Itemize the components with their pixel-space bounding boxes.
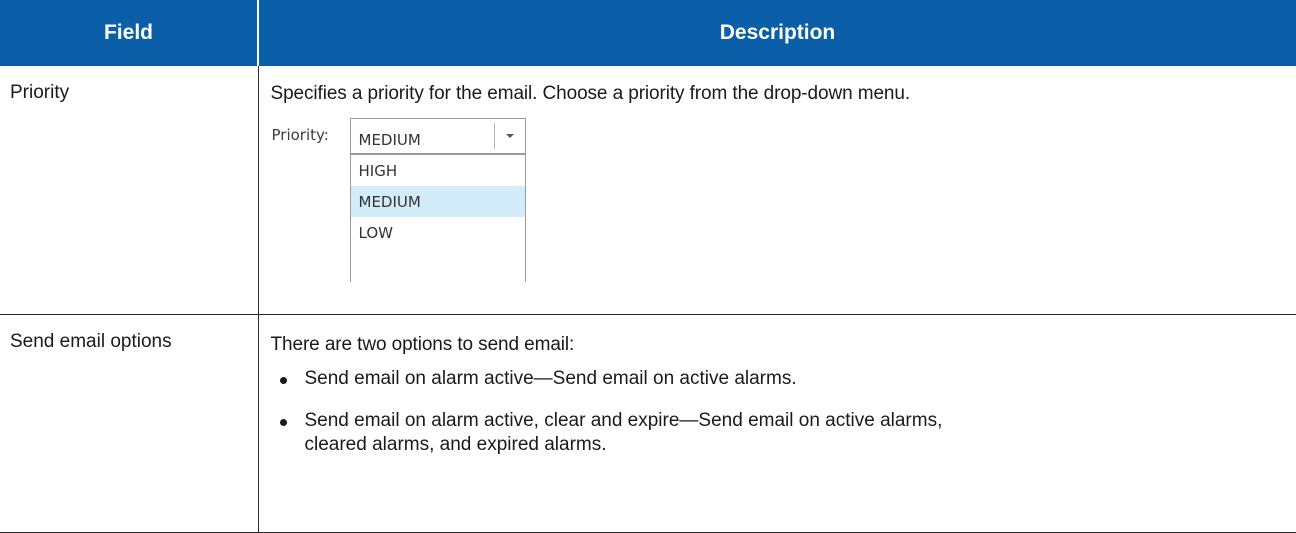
description-text: There are two options to send email: xyxy=(270,334,575,355)
priority-option-low[interactable]: LOW xyxy=(351,217,525,248)
list-item: Send email on alarm active—Send email on… xyxy=(271,367,1285,391)
table-row: Priority Specifies a priority for the em… xyxy=(0,66,1296,315)
description-text: Specifies a priority for the email. Choo… xyxy=(270,83,911,104)
priority-options-menu: HIGH MEDIUM LOW xyxy=(349,154,526,282)
table-header-row: Field Description xyxy=(0,0,1296,66)
header-field: Field xyxy=(0,0,259,66)
priority-dropdown-figure: Priority: MEDIUM HIGH MEDIUM LOW xyxy=(272,118,1285,286)
description-cell: There are two options to send email: Sen… xyxy=(258,314,1296,533)
bullet-icon xyxy=(279,377,287,384)
priority-select[interactable]: MEDIUM xyxy=(349,118,526,154)
priority-option-medium[interactable]: MEDIUM xyxy=(350,186,525,217)
option-text: Send email on alarm active, clear and ex… xyxy=(304,410,943,455)
fields-table: Field Description Priority Specifies a p… xyxy=(0,0,1296,533)
field-cell: Send email options xyxy=(0,314,259,533)
bullet-icon xyxy=(279,419,287,426)
table-row: Send email options There are two options… xyxy=(0,314,1296,533)
chevron-down-icon xyxy=(505,134,514,138)
priority-label: Priority: xyxy=(271,126,329,144)
field-cell: Priority xyxy=(0,66,259,315)
header-description: Description xyxy=(258,0,1296,66)
dropdown-toggle[interactable] xyxy=(493,123,525,149)
priority-option-high[interactable]: HIGH xyxy=(351,155,525,186)
send-options-list: Send email on alarm active—Send email on… xyxy=(271,367,1285,457)
priority-selected-value: MEDIUM xyxy=(358,131,421,149)
description-cell: Specifies a priority for the email. Choo… xyxy=(258,66,1296,315)
list-item: Send email on alarm active, clear and ex… xyxy=(271,409,1285,457)
option-text: Send email on alarm active—Send email on… xyxy=(304,368,797,389)
